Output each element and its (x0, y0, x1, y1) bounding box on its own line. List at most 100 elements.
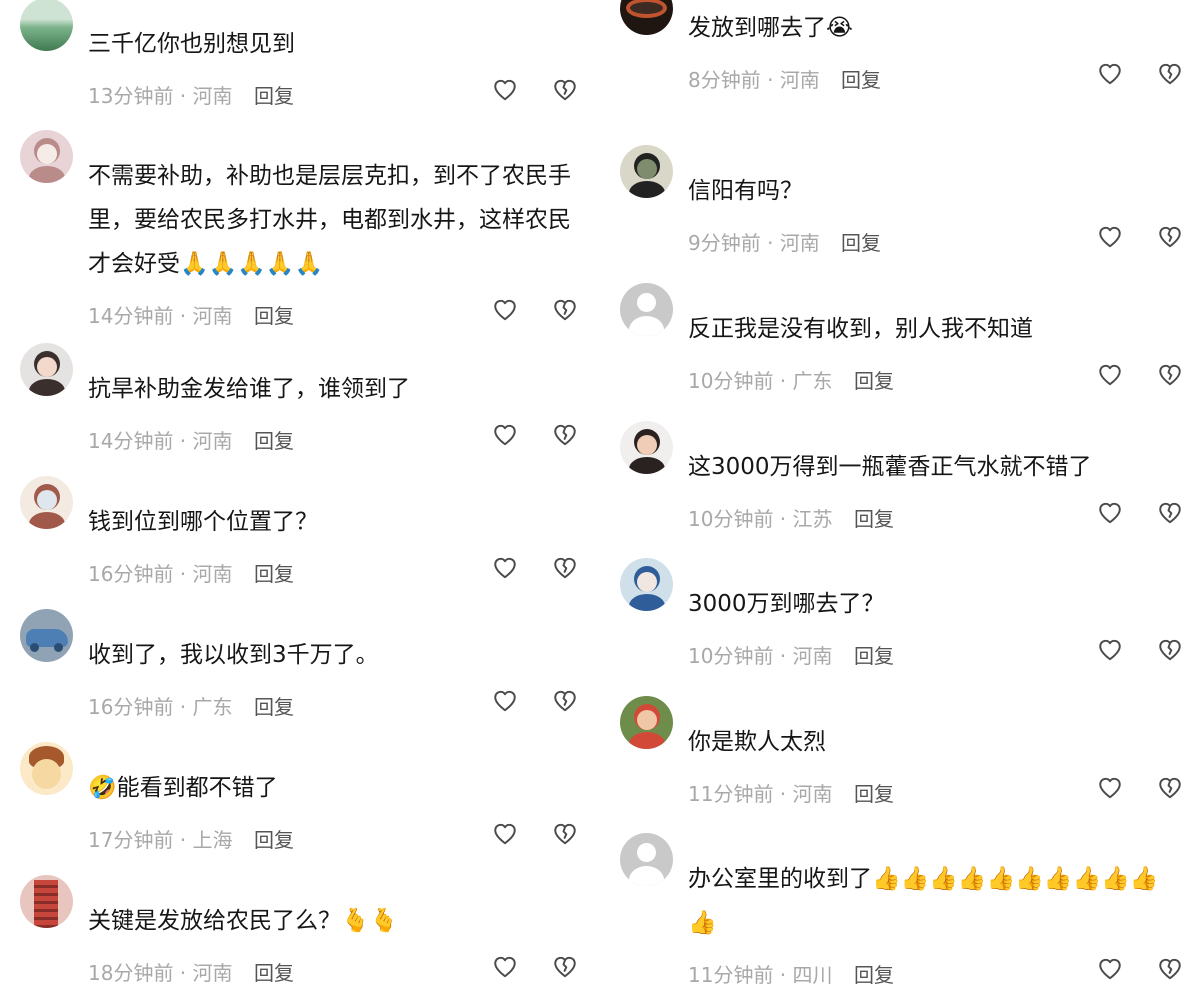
reply-button[interactable]: 回复 (254, 425, 294, 454)
comment-time: 11分钟前 (688, 782, 774, 806)
like-button[interactable] (1097, 226, 1123, 252)
comment-column-right: 发放到哪去了😭 8分钟前 · 河南 回复 信阳有吗？ 9分钟前 · 河南 回复 反正我是没有… (600, 0, 1200, 987)
heart-outline-icon (1097, 362, 1123, 392)
avatar[interactable] (20, 343, 73, 396)
reply-button[interactable]: 回复 (854, 503, 894, 532)
dislike-button[interactable] (1157, 364, 1183, 390)
reply-button[interactable]: 回复 (854, 778, 894, 807)
dislike-button[interactable] (1157, 777, 1183, 803)
reply-button[interactable]: 回复 (254, 824, 294, 853)
avatar[interactable] (620, 833, 673, 886)
meta-separator: · (773, 782, 793, 806)
reply-button[interactable]: 回复 (254, 300, 294, 329)
reply-button[interactable]: 回复 (254, 558, 294, 587)
meta-separator: · (173, 695, 193, 719)
dislike-button[interactable] (552, 299, 578, 325)
comment-meta: 13分钟前 · 河南 (88, 80, 233, 109)
broken-heart-outline-icon (1157, 956, 1183, 986)
like-button[interactable] (492, 299, 518, 325)
broken-heart-outline-icon (552, 954, 578, 984)
comment-region: 河南 (192, 429, 233, 453)
comment-time: 11分钟前 (688, 963, 774, 987)
dislike-button[interactable] (552, 690, 578, 716)
reply-button[interactable]: 回复 (841, 64, 881, 93)
comment-text: 你是欺人太烈 (688, 729, 826, 755)
avatar[interactable] (620, 421, 673, 474)
broken-heart-outline-icon (1157, 775, 1183, 805)
heart-outline-icon (492, 555, 518, 585)
comment-meta: 18分钟前 · 河南 (88, 957, 233, 986)
meta-separator: · (773, 963, 793, 987)
dislike-button[interactable] (552, 424, 578, 450)
dislike-button[interactable] (1157, 502, 1183, 528)
avatar[interactable] (620, 145, 673, 198)
comment-time: 18分钟前 (88, 961, 174, 985)
heart-outline-icon (1097, 956, 1123, 986)
like-button[interactable] (1097, 639, 1123, 665)
meta-separator: · (760, 231, 780, 255)
avatar[interactable] (20, 609, 73, 662)
avatar[interactable] (20, 476, 73, 529)
reply-button[interactable]: 回复 (254, 691, 294, 720)
comment-region: 河南 (792, 782, 833, 806)
comment-region: 广东 (192, 695, 233, 719)
comment-text: 抗旱补助金发给谁了，谁领到了 (88, 376, 410, 402)
like-button[interactable] (1097, 63, 1123, 89)
comment-region: 河南 (779, 231, 820, 255)
broken-heart-outline-icon (552, 297, 578, 327)
like-button[interactable] (492, 424, 518, 450)
comment-text: 办公室里的收到了👍👍👍👍👍👍👍👍👍👍👍 (688, 866, 1159, 936)
dislike-button[interactable] (1157, 958, 1183, 984)
reply-button[interactable]: 回复 (254, 957, 294, 986)
like-button[interactable] (492, 79, 518, 105)
avatar[interactable] (20, 875, 73, 928)
dislike-button[interactable] (552, 79, 578, 105)
reply-button[interactable]: 回复 (854, 365, 894, 394)
broken-heart-outline-icon (552, 77, 578, 107)
like-button[interactable] (1097, 777, 1123, 803)
avatar[interactable] (620, 0, 673, 35)
avatar[interactable] (20, 0, 73, 51)
dislike-button[interactable] (552, 823, 578, 849)
reply-button[interactable]: 回复 (854, 640, 894, 669)
like-button[interactable] (492, 956, 518, 982)
like-button[interactable] (1097, 502, 1123, 528)
reply-button[interactable]: 回复 (254, 80, 294, 109)
comment-meta: 10分钟前 · 河南 (688, 640, 833, 669)
reply-button[interactable]: 回复 (854, 959, 894, 988)
comment-text: 钱到位到哪个位置了？ (88, 509, 318, 535)
comment-region: 河南 (192, 304, 233, 328)
avatar[interactable] (20, 742, 73, 795)
dislike-button[interactable] (1157, 63, 1183, 89)
meta-separator: · (773, 507, 793, 531)
avatar[interactable] (620, 283, 673, 336)
comment-time: 13分钟前 (88, 84, 174, 108)
like-button[interactable] (492, 557, 518, 583)
broken-heart-outline-icon (1157, 61, 1183, 91)
comment-column-left: 三千亿你也别想见到 13分钟前 · 河南 回复 不需要补助，补助也是层层克扣，到不了农… (0, 0, 600, 985)
comment-text: 信阳有吗？ (688, 178, 803, 204)
dislike-button[interactable] (552, 557, 578, 583)
reply-button[interactable]: 回复 (841, 227, 881, 256)
comment-time: 16分钟前 (88, 695, 174, 719)
avatar[interactable] (620, 696, 673, 749)
meta-separator: · (173, 429, 193, 453)
like-button[interactable] (1097, 958, 1123, 984)
comment-region: 河南 (792, 644, 833, 668)
dislike-button[interactable] (552, 956, 578, 982)
avatar[interactable] (20, 130, 73, 183)
comment-text: 发放到哪去了😭 (688, 15, 853, 41)
like-button[interactable] (492, 690, 518, 716)
dislike-button[interactable] (1157, 639, 1183, 665)
avatar[interactable] (620, 558, 673, 611)
heart-outline-icon (492, 821, 518, 851)
comment-meta: 14分钟前 · 河南 (88, 300, 233, 329)
like-button[interactable] (1097, 364, 1123, 390)
comment-meta: 11分钟前 · 河南 (688, 778, 833, 807)
comment-time: 10分钟前 (688, 644, 774, 668)
meta-separator: · (173, 961, 193, 985)
meta-separator: · (773, 644, 793, 668)
like-button[interactable] (492, 823, 518, 849)
dislike-button[interactable] (1157, 226, 1183, 252)
heart-outline-icon (1097, 775, 1123, 805)
